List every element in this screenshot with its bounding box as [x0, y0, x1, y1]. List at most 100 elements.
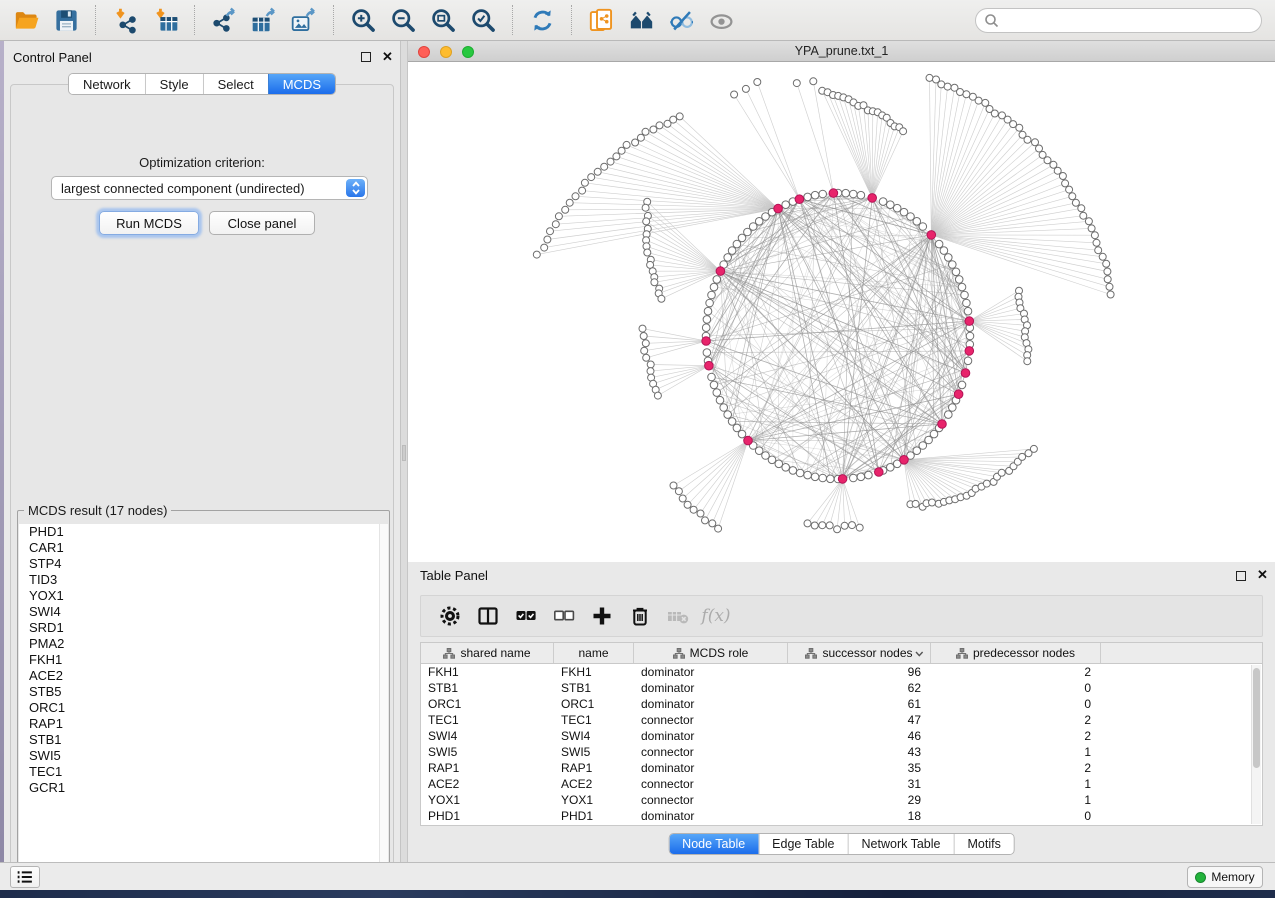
float-table-panel-icon[interactable]: [1236, 571, 1246, 581]
list-item[interactable]: STB5: [19, 684, 388, 700]
network-window-titlebar[interactable]: YPA_prune.txt_1: [408, 41, 1275, 62]
zoom-in-button[interactable]: [343, 2, 383, 38]
list-item[interactable]: SWI5: [19, 748, 388, 764]
list-item[interactable]: ACE2: [19, 668, 388, 684]
export-table-icon: [251, 7, 278, 34]
mcds-result-list[interactable]: PHD1CAR1STP4TID3YOX1SWI4SRD1PMA2FKH1ACE2…: [19, 524, 388, 880]
shared-column-icon: [956, 648, 968, 659]
tab-node-table[interactable]: Node Table: [669, 834, 758, 854]
tab-network-table[interactable]: Network Table: [848, 834, 954, 854]
table-scrollbar[interactable]: [1251, 665, 1261, 824]
toolbar-separator: [571, 5, 572, 35]
list-item[interactable]: TEC1: [19, 764, 388, 780]
splitter-grip[interactable]: [402, 445, 406, 461]
select-all-button[interactable]: [507, 599, 545, 633]
columns-button[interactable]: [469, 599, 507, 633]
cell-shared-name: STB1: [421, 680, 554, 696]
search-box[interactable]: [975, 8, 1262, 33]
list-item[interactable]: SWI4: [19, 604, 388, 620]
export-network-button[interactable]: [204, 2, 244, 38]
close-table-panel-icon[interactable]: ✕: [1257, 567, 1268, 583]
list-item[interactable]: PMA2: [19, 636, 388, 652]
zoom-fit-button[interactable]: [423, 2, 463, 38]
list-item[interactable]: FKH1: [19, 652, 388, 668]
search-input[interactable]: [1005, 14, 1261, 28]
column-header-MCDS-role[interactable]: MCDS role: [634, 643, 788, 663]
list-item[interactable]: PHD1: [19, 524, 388, 540]
cell-role: connector: [634, 792, 788, 808]
cell-predecessors: 2: [931, 760, 1101, 776]
network-search-button[interactable]: [621, 2, 661, 38]
export-table-button[interactable]: [244, 2, 284, 38]
settings-button[interactable]: [431, 599, 469, 633]
import-network-button[interactable]: [105, 2, 145, 38]
tab-motifs[interactable]: Motifs: [953, 834, 1013, 854]
table-row[interactable]: YOX1YOX1connector291: [421, 792, 1262, 808]
cell-shared-name: ORC1: [421, 696, 554, 712]
clone-network-button[interactable]: [581, 2, 621, 38]
tab-edge-table[interactable]: Edge Table: [758, 834, 847, 854]
list-item[interactable]: CAR1: [19, 540, 388, 556]
table-row[interactable]: FKH1FKH1dominator962: [421, 664, 1262, 680]
delete-column-button[interactable]: [659, 599, 697, 633]
optimization-criterion-select[interactable]: largest connected component (undirected): [51, 176, 368, 200]
float-panel-icon[interactable]: [361, 52, 371, 62]
save-button[interactable]: [46, 2, 86, 38]
close-panel-button[interactable]: Close panel: [209, 211, 315, 235]
table-row[interactable]: RAP1RAP1dominator352: [421, 760, 1262, 776]
cell-successors: 62: [788, 680, 931, 696]
export-image-button[interactable]: [284, 2, 324, 38]
column-header-successor-nodes[interactable]: successor nodes: [788, 643, 931, 663]
table-scrollbar-thumb[interactable]: [1253, 668, 1260, 768]
table-row[interactable]: SWI5SWI5connector431: [421, 744, 1262, 760]
table-row[interactable]: TEC1TEC1connector472: [421, 712, 1262, 728]
tab-select[interactable]: Select: [203, 74, 268, 94]
table-row[interactable]: PHD1PHD1dominator180: [421, 808, 1262, 824]
cell-name: ACE2: [554, 776, 634, 792]
list-item[interactable]: STP4: [19, 556, 388, 572]
run-mcds-button[interactable]: Run MCDS: [99, 211, 199, 235]
mcds-list-scrollbar[interactable]: [379, 524, 388, 880]
column-header-predecessor-nodes[interactable]: predecessor nodes: [931, 643, 1101, 663]
task-history-button[interactable]: [10, 866, 40, 888]
table-row[interactable]: ORC1ORC1dominator610: [421, 696, 1262, 712]
table-row[interactable]: SWI4SWI4dominator462: [421, 728, 1262, 744]
list-item[interactable]: STB1: [19, 732, 388, 748]
memory-button[interactable]: Memory: [1187, 866, 1263, 888]
list-item[interactable]: GCR1: [19, 780, 388, 796]
show-graphics-button[interactable]: [701, 2, 741, 38]
zoom-selected-button[interactable]: [463, 2, 503, 38]
cell-predecessors: 1: [931, 792, 1101, 808]
table-row[interactable]: STB1STB1dominator620: [421, 680, 1262, 696]
column-header-shared-name[interactable]: shared name: [421, 643, 554, 663]
node-table[interactable]: shared namenameMCDS rolesuccessor nodesp…: [420, 642, 1263, 826]
panel-splitter[interactable]: [401, 41, 408, 862]
tab-network[interactable]: Network: [69, 74, 145, 94]
table-row[interactable]: ACE2ACE2connector311: [421, 776, 1262, 792]
cell-successors: 31: [788, 776, 931, 792]
list-item[interactable]: YOX1: [19, 588, 388, 604]
zoom-out-button[interactable]: [383, 2, 423, 38]
close-panel-icon[interactable]: ✕: [382, 49, 393, 65]
function-button[interactable]: f(x): [697, 599, 735, 633]
hide-graphics-button[interactable]: [661, 2, 701, 38]
list-item[interactable]: SRD1: [19, 620, 388, 636]
import-table-button[interactable]: [145, 2, 185, 38]
open-file-button[interactable]: [6, 2, 46, 38]
add-button[interactable]: [583, 599, 621, 633]
shared-column-icon: [805, 648, 817, 659]
refresh-button[interactable]: [522, 2, 562, 38]
list-item[interactable]: TID3: [19, 572, 388, 588]
list-item[interactable]: ORC1: [19, 700, 388, 716]
status-bar: Memory: [0, 862, 1275, 890]
list-item[interactable]: RAP1: [19, 716, 388, 732]
tab-mcds[interactable]: MCDS: [268, 74, 335, 94]
network-canvas[interactable]: [408, 62, 1275, 562]
column-header-name[interactable]: name: [554, 643, 634, 663]
deselect-all-button[interactable]: [545, 599, 583, 633]
table-header-row: shared namenameMCDS rolesuccessor nodesp…: [421, 643, 1262, 664]
cell-role: dominator: [634, 728, 788, 744]
delete-button[interactable]: [621, 599, 659, 633]
network-graph[interactable]: [408, 62, 1275, 562]
tab-style[interactable]: Style: [145, 74, 203, 94]
